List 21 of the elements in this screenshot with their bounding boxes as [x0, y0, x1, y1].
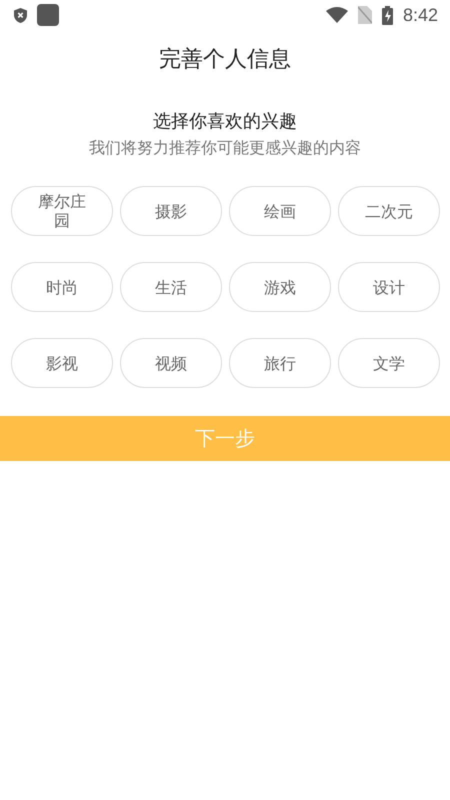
section-heading: 选择你喜欢的兴趣	[152, 110, 298, 134]
page-title: 完善个人信息	[158, 46, 292, 74]
interest-chip[interactable]: 文学	[338, 338, 440, 388]
interest-chip[interactable]: 摩尔庄园	[11, 186, 113, 236]
no-sim-icon	[358, 6, 372, 24]
interest-chip[interactable]: 视频	[120, 338, 222, 388]
interest-chip[interactable]: 绘画	[229, 186, 331, 236]
interest-chip[interactable]: 游戏	[229, 262, 331, 312]
interest-chip[interactable]: 设计	[338, 262, 440, 312]
battery-charging-icon	[382, 6, 393, 24]
status-time: 8:42	[402, 4, 438, 26]
wifi-icon	[326, 7, 348, 23]
app-icon	[37, 4, 59, 26]
interest-chip[interactable]: 二次元	[338, 186, 440, 236]
shield-icon	[14, 8, 27, 22]
interest-chip[interactable]: 旅行	[229, 338, 331, 388]
interest-chip[interactable]: 时尚	[11, 262, 113, 312]
interest-chip[interactable]: 影视	[11, 338, 113, 388]
interest-chip[interactable]: 生活	[120, 262, 222, 312]
section-description: 我们将努力推荐你可能更感兴趣的内容	[88, 137, 362, 159]
interest-chip[interactable]: 摄影	[120, 186, 222, 236]
